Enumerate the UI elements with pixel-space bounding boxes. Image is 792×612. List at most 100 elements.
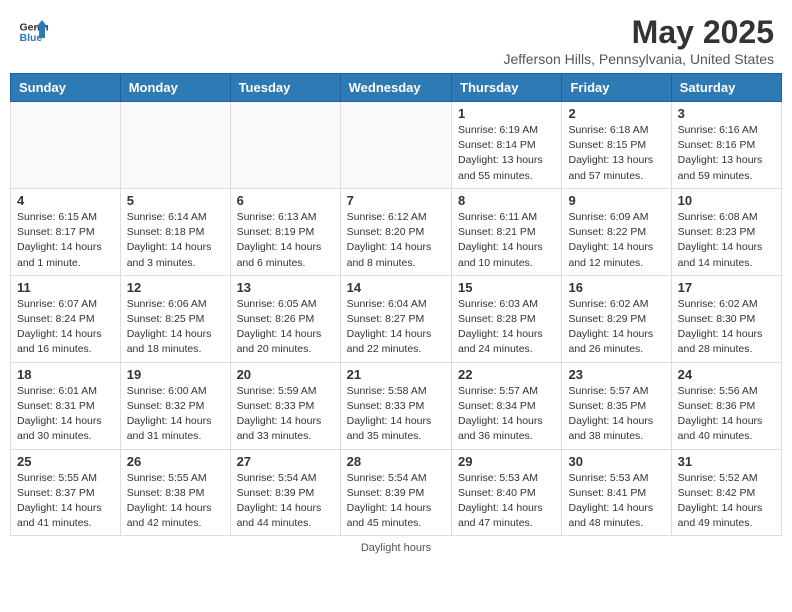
calendar-day-cell: 16 Sunrise: 6:02 AMSunset: 8:29 PMDayligh…: [562, 275, 671, 362]
day-info: Sunrise: 6:15 AMSunset: 8:17 PMDaylight:…: [17, 210, 114, 271]
day-number: 16: [568, 280, 664, 295]
day-number: 17: [678, 280, 775, 295]
day-info: Sunrise: 6:13 AMSunset: 8:19 PMDaylight:…: [237, 210, 334, 271]
day-number: 14: [347, 280, 445, 295]
day-info: Sunrise: 5:54 AMSunset: 8:39 PMDaylight:…: [347, 471, 445, 532]
page-header: General Blue May 2025 Jefferson Hills, P…: [0, 0, 792, 73]
day-info: Sunrise: 6:05 AMSunset: 8:26 PMDaylight:…: [237, 297, 334, 358]
day-number: 8: [458, 193, 555, 208]
calendar-day-cell: 25 Sunrise: 5:55 AMSunset: 8:37 PMDayligh…: [11, 449, 121, 536]
day-number: 12: [127, 280, 224, 295]
calendar-day-cell: 15 Sunrise: 6:03 AMSunset: 8:28 PMDayligh…: [452, 275, 562, 362]
calendar-day-cell: 9Sunrise: 6:09 AMSunset: 8:22 PMDaylight…: [562, 188, 671, 275]
calendar-day-cell: [120, 102, 230, 189]
day-number: 22: [458, 367, 555, 382]
day-info: Sunrise: 5:55 AMSunset: 8:37 PMDaylight:…: [17, 471, 114, 532]
calendar-day-cell: 6 Sunrise: 6:13 AMSunset: 8:19 PMDaylight…: [230, 188, 340, 275]
day-number: 10: [678, 193, 775, 208]
calendar-day-cell: 21 Sunrise: 5:58 AMSunset: 8:33 PMDayligh…: [340, 362, 451, 449]
day-info: Sunrise: 5:55 AMSunset: 8:38 PMDaylight:…: [127, 471, 224, 532]
day-info: Sunrise: 5:58 AMSunset: 8:33 PMDaylight:…: [347, 384, 445, 445]
calendar-day-cell: 13 Sunrise: 6:05 AMSunset: 8:26 PMDayligh…: [230, 275, 340, 362]
day-number: 13: [237, 280, 334, 295]
calendar-day-cell: 22 Sunrise: 5:57 AMSunset: 8:34 PMDayligh…: [452, 362, 562, 449]
day-info: Sunrise: 6:19 AMSunset: 8:14 PMDaylight:…: [458, 123, 555, 184]
calendar-day-header: Monday: [120, 74, 230, 102]
calendar-day-cell: 7Sunrise: 6:12 AMSunset: 8:20 PMDaylight…: [340, 188, 451, 275]
day-number: 18: [17, 367, 114, 382]
day-number: 27: [237, 454, 334, 469]
day-info: Sunrise: 6:18 AMSunset: 8:15 PMDaylight:…: [568, 123, 664, 184]
calendar-day-cell: 10Sunrise: 6:08 AMSunset: 8:23 PMDayligh…: [671, 188, 781, 275]
day-info: Sunrise: 6:03 AMSunset: 8:28 PMDaylight:…: [458, 297, 555, 358]
calendar-day-cell: 17 Sunrise: 6:02 AMSunset: 8:30 PMDayligh…: [671, 275, 781, 362]
day-info: Sunrise: 5:57 AMSunset: 8:34 PMDaylight:…: [458, 384, 555, 445]
calendar-day-cell: 3Sunrise: 6:16 AMSunset: 8:16 PMDaylight…: [671, 102, 781, 189]
day-number: 24: [678, 367, 775, 382]
page-title: May 2025: [503, 14, 774, 51]
svg-text:Blue: Blue: [20, 32, 43, 44]
calendar-day-header: Thursday: [452, 74, 562, 102]
calendar-day-cell: 29 Sunrise: 5:53 AMSunset: 8:40 PMDayligh…: [452, 449, 562, 536]
day-info: Sunrise: 5:57 AMSunset: 8:35 PMDaylight:…: [568, 384, 664, 445]
calendar-day-header: Saturday: [671, 74, 781, 102]
day-info: Sunrise: 5:53 AMSunset: 8:41 PMDaylight:…: [568, 471, 664, 532]
calendar-day-cell: 18 Sunrise: 6:01 AMSunset: 8:31 PMDayligh…: [11, 362, 121, 449]
day-number: 5: [127, 193, 224, 208]
day-info: Sunrise: 6:14 AMSunset: 8:18 PMDaylight:…: [127, 210, 224, 271]
calendar-day-cell: 4Sunrise: 6:15 AMSunset: 8:17 PMDaylight…: [11, 188, 121, 275]
calendar-day-cell: 23 Sunrise: 5:57 AMSunset: 8:35 PMDayligh…: [562, 362, 671, 449]
day-info: Sunrise: 6:01 AMSunset: 8:31 PMDaylight:…: [17, 384, 114, 445]
calendar-week-row: 18 Sunrise: 6:01 AMSunset: 8:31 PMDayligh…: [11, 362, 782, 449]
calendar-day-cell: 5 Sunrise: 6:14 AMSunset: 8:18 PMDaylight…: [120, 188, 230, 275]
calendar-day-cell: 11 Sunrise: 6:07 AMSunset: 8:24 PMDayligh…: [11, 275, 121, 362]
calendar-day-cell: 12Sunrise: 6:06 AMSunset: 8:25 PMDayligh…: [120, 275, 230, 362]
calendar-day-header: Wednesday: [340, 74, 451, 102]
calendar-week-row: 4Sunrise: 6:15 AMSunset: 8:17 PMDaylight…: [11, 188, 782, 275]
day-info: Sunrise: 6:04 AMSunset: 8:27 PMDaylight:…: [347, 297, 445, 358]
title-section: May 2025 Jefferson Hills, Pennsylvania, …: [503, 14, 774, 67]
day-number: 6: [237, 193, 334, 208]
day-number: 20: [237, 367, 334, 382]
day-number: 11: [17, 280, 114, 295]
calendar-day-cell: 26 Sunrise: 5:55 AMSunset: 8:38 PMDayligh…: [120, 449, 230, 536]
calendar-day-cell: 28 Sunrise: 5:54 AMSunset: 8:39 PMDayligh…: [340, 449, 451, 536]
day-info: Sunrise: 5:52 AMSunset: 8:42 PMDaylight:…: [678, 471, 775, 532]
day-number: 25: [17, 454, 114, 469]
day-info: Sunrise: 6:07 AMSunset: 8:24 PMDaylight:…: [17, 297, 114, 358]
day-number: 29: [458, 454, 555, 469]
page-subtitle: Jefferson Hills, Pennsylvania, United St…: [503, 51, 774, 67]
calendar-day-cell: [340, 102, 451, 189]
day-number: 1: [458, 106, 555, 121]
day-number: 30: [568, 454, 664, 469]
calendar-week-row: 25 Sunrise: 5:55 AMSunset: 8:37 PMDayligh…: [11, 449, 782, 536]
day-info: Sunrise: 6:00 AMSunset: 8:32 PMDaylight:…: [127, 384, 224, 445]
calendar-table: SundayMondayTuesdayWednesdayThursdayFrid…: [10, 73, 782, 536]
calendar-day-cell: 8Sunrise: 6:11 AMSunset: 8:21 PMDaylight…: [452, 188, 562, 275]
day-number: 23: [568, 367, 664, 382]
calendar-day-cell: 27 Sunrise: 5:54 AMSunset: 8:39 PMDayligh…: [230, 449, 340, 536]
calendar-day-header: Sunday: [11, 74, 121, 102]
calendar-day-cell: [230, 102, 340, 189]
calendar-day-cell: 1 Sunrise: 6:19 AMSunset: 8:14 PMDaylight…: [452, 102, 562, 189]
day-number: 28: [347, 454, 445, 469]
day-number: 2: [568, 106, 664, 121]
calendar-day-cell: [11, 102, 121, 189]
day-number: 19: [127, 367, 224, 382]
day-info: Sunrise: 6:02 AMSunset: 8:30 PMDaylight:…: [678, 297, 775, 358]
calendar-day-cell: 24Sunrise: 5:56 AMSunset: 8:36 PMDayligh…: [671, 362, 781, 449]
day-info: Sunrise: 6:02 AMSunset: 8:29 PMDaylight:…: [568, 297, 664, 358]
day-info: Sunrise: 5:53 AMSunset: 8:40 PMDaylight:…: [458, 471, 555, 532]
logo: General Blue: [18, 14, 48, 44]
calendar-day-header: Friday: [562, 74, 671, 102]
day-number: 15: [458, 280, 555, 295]
day-number: 26: [127, 454, 224, 469]
footer-note: Daylight hours: [0, 536, 792, 560]
calendar-header-row: SundayMondayTuesdayWednesdayThursdayFrid…: [11, 74, 782, 102]
day-number: 31: [678, 454, 775, 469]
day-number: 21: [347, 367, 445, 382]
day-info: Sunrise: 5:54 AMSunset: 8:39 PMDaylight:…: [237, 471, 334, 532]
day-info: Sunrise: 6:16 AMSunset: 8:16 PMDaylight:…: [678, 123, 775, 184]
calendar-week-row: 1 Sunrise: 6:19 AMSunset: 8:14 PMDaylight…: [11, 102, 782, 189]
day-number: 9: [568, 193, 664, 208]
